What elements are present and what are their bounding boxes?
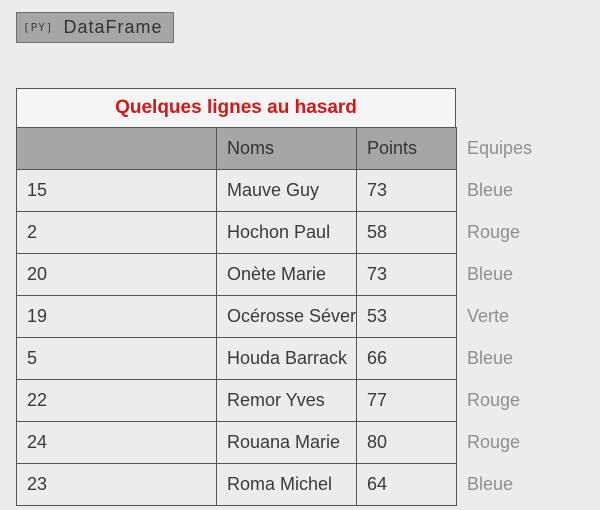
cell-noms: Mauve Guy <box>217 170 357 212</box>
table-row: 19Océrosse Séverine53Verte <box>17 296 585 338</box>
cell-noms: Onète Marie <box>217 254 357 296</box>
table-caption: Quelques lignes au hasard <box>16 88 456 127</box>
cell-noms: Océrosse Séverine <box>217 296 357 338</box>
table-row: 24Rouana Marie80Rouge <box>17 422 585 464</box>
table-row: 15Mauve Guy73Bleue <box>17 170 585 212</box>
cell-noms: Remor Yves <box>217 380 357 422</box>
cell-equipes: Bleue <box>457 338 585 380</box>
cell-equipes: Bleue <box>457 170 585 212</box>
cell-points: 66 <box>357 338 457 380</box>
cell-index: 19 <box>17 296 217 338</box>
dataframe-table: Quelques lignes au hasard Noms Points Eq… <box>16 88 585 506</box>
table-row: 22Remor Yves77Rouge <box>17 380 585 422</box>
cell-equipes: Verte <box>457 296 585 338</box>
dataframe-badge: [PY] DataFrame <box>16 12 174 43</box>
cell-noms: Hochon Paul <box>217 212 357 254</box>
cell-index: 15 <box>17 170 217 212</box>
badge-label: DataFrame <box>64 17 163 38</box>
cell-points: 80 <box>357 422 457 464</box>
table-row: 23Roma Michel64Bleue <box>17 464 585 506</box>
col-header-noms: Noms <box>217 128 357 170</box>
table-row: 2Hochon Paul58Rouge <box>17 212 585 254</box>
cell-points: 53 <box>357 296 457 338</box>
cell-equipes: Bleue <box>457 254 585 296</box>
cell-index: 23 <box>17 464 217 506</box>
cell-index: 20 <box>17 254 217 296</box>
cell-points: 77 <box>357 380 457 422</box>
dataframe-table-container: Quelques lignes au hasard Noms Points Eq… <box>16 88 584 506</box>
table-row: 5Houda Barrack66Bleue <box>17 338 585 380</box>
cell-points: 64 <box>357 464 457 506</box>
col-header-index <box>17 128 217 170</box>
cell-points: 73 <box>357 254 457 296</box>
cell-index: 24 <box>17 422 217 464</box>
cell-equipes: Rouge <box>457 422 585 464</box>
cell-noms: Houda Barrack <box>217 338 357 380</box>
cell-index: 5 <box>17 338 217 380</box>
cell-equipes: Bleue <box>457 464 585 506</box>
cell-noms: Rouana Marie <box>217 422 357 464</box>
col-header-points: Points <box>357 128 457 170</box>
table-header-row: Noms Points Equipes <box>17 128 585 170</box>
cell-equipes: Rouge <box>457 212 585 254</box>
python-icon: [PY] <box>23 21 54 34</box>
cell-noms: Roma Michel <box>217 464 357 506</box>
cell-points: 58 <box>357 212 457 254</box>
table-row: 20Onète Marie73Bleue <box>17 254 585 296</box>
col-header-equipes: Equipes <box>457 128 585 170</box>
cell-index: 22 <box>17 380 217 422</box>
cell-equipes: Rouge <box>457 380 585 422</box>
cell-index: 2 <box>17 212 217 254</box>
cell-points: 73 <box>357 170 457 212</box>
